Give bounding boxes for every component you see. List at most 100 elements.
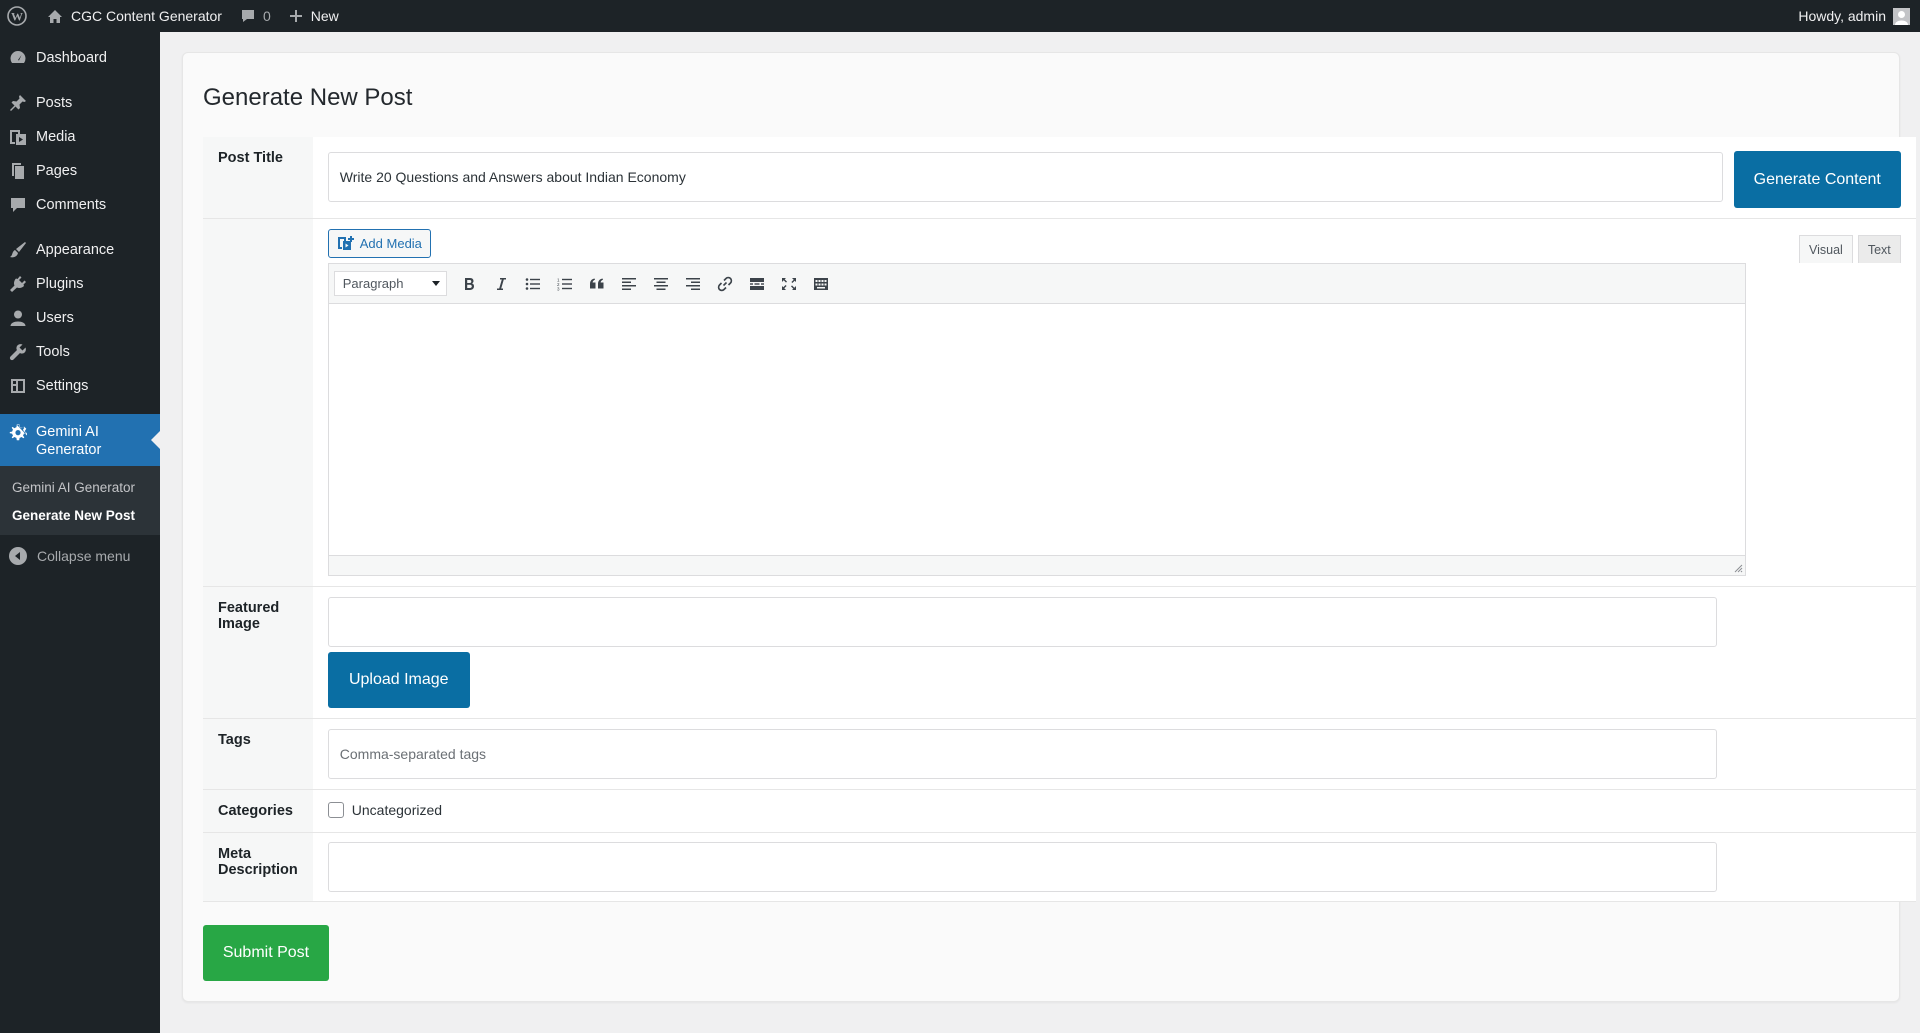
gear-icon [8,423,28,443]
add-media-button[interactable]: Add Media [327,229,431,258]
chevron-down-icon [431,281,440,290]
categories-row: Categories Uncategorized [203,789,1916,833]
plus-icon [289,10,302,22]
svg-text:W: W [11,10,23,24]
sidebar-item-label: Plugins [36,276,84,292]
bold-icon[interactable] [453,269,485,299]
user-icon [8,308,28,328]
meta-description-label: Meta Description [203,832,313,902]
svg-text:3: 3 [557,286,560,291]
format-select[interactable]: Paragraph [333,271,447,296]
submit-post-button[interactable]: Submit Post [203,925,329,981]
post-title-row: Post Title Write 20 Questions and Answer… [203,137,1916,219]
sidebar-item-dashboard[interactable]: Dashboard [0,41,160,75]
featured-image-label: Featured Image [203,586,313,719]
featured-image-row: Featured Image Upload Image [203,586,1916,719]
new-label: New [310,8,339,24]
content-editor: Paragraph 123 [327,263,1746,576]
sidebar-item-gemini-ai-generator[interactable]: Gemini AI Generator [0,414,160,466]
category-uncategorized-checkbox[interactable] [327,802,344,818]
editor-content-area[interactable] [328,304,1745,555]
tags-input[interactable]: Comma-separated tags [327,729,1717,779]
sidebar-item-plugins[interactable]: Plugins [0,267,160,301]
sidebar-item-label: Tools [36,344,70,360]
admin-sidebar: Dashboard Posts Media Pages Comments App… [0,32,160,1033]
comments-link[interactable]: 0 [231,0,280,32]
sidebar-item-label: Gemini AI Generator [36,424,102,458]
howdy-text: Howdy, admin [1798,8,1886,24]
site-name-link[interactable]: CGC Content Generator [38,0,231,32]
home-icon [48,9,62,23]
numbered-list-icon[interactable]: 123 [549,269,581,299]
site-name: CGC Content Generator [71,8,222,24]
dashboard-icon [8,48,28,68]
pin-icon [8,93,28,113]
bullet-list-icon[interactable] [517,269,549,299]
meta-description-row: Meta Description [203,832,1916,902]
settings-icon [8,376,28,396]
plugin-icon [8,274,28,294]
sidebar-item-label: Appearance [36,242,115,258]
sidebar-item-appearance[interactable]: Appearance [0,233,160,267]
main-card: Generate New Post Post Title Write 20 Qu… [182,52,1916,1002]
blockquote-icon[interactable] [581,269,613,299]
content-editor-row: Add Media Visual Text Paragraph 1 2 3 [203,218,1916,587]
categories-label: Categories [203,789,313,833]
meta-description-input[interactable] [327,842,1717,892]
page-title: Generate New Post [203,84,413,111]
submenu-item-generate-new-post[interactable]: Generate New Post [0,501,160,529]
tags-row: Tags Comma-separated tags [203,718,1916,790]
toolbar-toggle-icon[interactable] [805,269,837,299]
italic-icon[interactable] [485,269,517,299]
brush-icon [8,240,28,260]
editor-toolbar: Paragraph 123 [328,264,1745,304]
editor-statusbar [328,555,1745,575]
new-content-link[interactable]: New [280,0,348,32]
sidebar-item-media[interactable]: Media [0,120,160,154]
link-icon[interactable] [709,269,741,299]
upload-image-button[interactable]: Upload Image [327,652,470,708]
collapse-label: Collapse menu [37,548,131,564]
read-more-icon[interactable] [741,269,773,299]
comment-icon [241,10,254,22]
sidebar-item-label: Dashboard [36,50,107,66]
avatar [1893,7,1910,25]
sidebar-item-pages[interactable]: Pages [0,154,160,188]
post-form-table: Post Title Write 20 Questions and Answer… [203,137,1916,902]
resize-handle-icon[interactable] [1733,563,1743,573]
sidebar-item-label: Media [36,129,76,145]
account-menu[interactable]: Howdy, admin [1789,0,1920,32]
pages-icon [8,161,28,181]
sidebar-item-label: Pages [36,163,78,179]
category-uncategorized-label[interactable]: Uncategorized [352,802,442,818]
sidebar-item-label: Settings [36,378,89,394]
add-media-label: Add Media [359,236,422,251]
sidebar-item-comments[interactable]: Comments [0,188,160,222]
featured-image-field[interactable] [327,597,1717,647]
align-center-icon[interactable] [645,269,677,299]
collapse-menu-button[interactable]: Collapse menu [0,539,160,573]
post-title-input[interactable]: Write 20 Questions and Answers about Ind… [327,152,1723,202]
tab-text[interactable]: Text [1857,235,1901,263]
sidebar-item-users[interactable]: Users [0,301,160,335]
sidebar-item-label: Posts [36,95,73,111]
submenu: Gemini AI Generator Generate New Post [0,466,160,535]
tab-visual[interactable]: Visual [1799,235,1853,263]
sidebar-item-posts[interactable]: Posts [0,86,160,120]
align-right-icon[interactable] [677,269,709,299]
generate-content-button[interactable]: Generate Content [1733,151,1901,208]
sidebar-item-settings[interactable]: Settings [0,369,160,403]
tags-label: Tags [203,718,313,790]
sidebar-item-label: Comments [36,197,107,213]
collapse-arrow-icon [9,547,27,565]
fullscreen-icon[interactable] [773,269,805,299]
sidebar-item-label: Users [36,310,74,326]
align-left-icon[interactable] [613,269,645,299]
comments-count: 0 [262,8,271,24]
wordpress-logo-icon[interactable]: W [0,0,38,32]
submenu-item-gemini-ai-generator[interactable]: Gemini AI Generator [0,473,160,501]
comment-icon [8,195,28,215]
post-title-label: Post Title [203,137,313,219]
sidebar-item-tools[interactable]: Tools [0,335,160,369]
admin-bar: W CGC Content Generator 0 New Howdy, adm… [0,0,1920,32]
